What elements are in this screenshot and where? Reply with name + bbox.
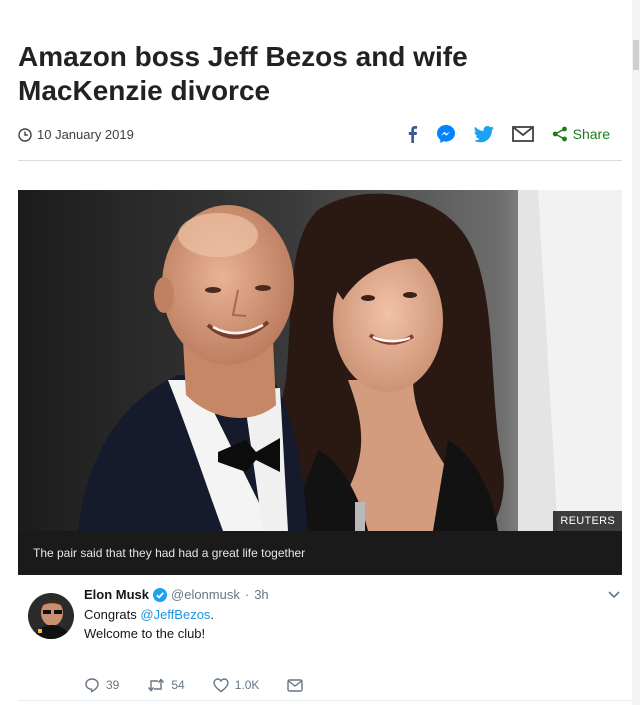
share-button[interactable]: Share <box>552 126 610 142</box>
header-divider <box>18 160 622 161</box>
image-caption: The pair said that they had had a great … <box>18 531 622 575</box>
article-headline: Amazon boss Jeff Bezos and wife MacKenzi… <box>18 41 468 106</box>
separator-dot: · <box>244 587 250 602</box>
twitter-share-button[interactable] <box>473 125 494 143</box>
like-count: 1.0K <box>234 678 260 692</box>
reply-count: 39 <box>106 678 120 692</box>
avatar-photo <box>28 593 74 639</box>
embedded-tweet[interactable]: Elon Musk @elonmusk · 3h Congrats @JeffB… <box>18 575 640 701</box>
verified-badge-icon <box>153 587 168 602</box>
date-text: 10 January 2019 <box>37 127 134 142</box>
retweet-button[interactable]: 54 <box>147 678 185 692</box>
email-icon <box>511 126 534 142</box>
facebook-icon <box>408 126 417 143</box>
reply-icon <box>85 678 99 693</box>
retweet-count: 54 <box>171 678 185 692</box>
share-label: Share <box>572 126 610 142</box>
reply-button[interactable]: 39 <box>84 677 119 693</box>
tweet-line-2: Welcome to the club! <box>84 626 206 641</box>
tweet-header: Elon Musk @elonmusk · 3h <box>84 587 269 602</box>
mention-link[interactable]: @JeffBezos <box>140 607 210 622</box>
email-share-button[interactable] <box>511 126 534 142</box>
article-image: REUTERS <box>18 190 622 531</box>
mail-icon <box>287 678 304 692</box>
author-handle[interactable]: @elonmusk <box>171 587 240 602</box>
author-name[interactable]: Elon Musk <box>84 587 149 602</box>
tweet-text: Congrats @JeffBezos. Welcome to the club… <box>84 605 214 643</box>
facebook-share-button[interactable] <box>406 125 418 143</box>
couple-photo <box>18 190 622 531</box>
avatar[interactable] <box>28 593 74 639</box>
tweet-bottom-border <box>18 700 640 701</box>
article-date: 10 January 2019 <box>18 127 134 142</box>
twitter-icon <box>473 125 494 142</box>
article-meta: 10 January 2019 Share <box>18 120 622 150</box>
chevron-down-icon[interactable] <box>608 591 620 599</box>
share-icon <box>552 126 567 142</box>
share-tools: Share <box>388 124 610 144</box>
heart-icon <box>213 677 229 692</box>
image-credit: REUTERS <box>553 511 622 531</box>
tweet-line-1: Congrats @JeffBezos. <box>84 605 214 624</box>
retweet-icon <box>148 678 165 692</box>
like-button[interactable]: 1.0K <box>213 677 260 693</box>
tweet-line-1-prefix: Congrats <box>84 607 141 622</box>
tweet-actions: 39 54 1.0K <box>84 677 337 693</box>
messenger-share-button[interactable] <box>436 124 456 144</box>
scrollbar-thumb[interactable] <box>633 40 639 70</box>
tweet-line-1-suffix: . <box>210 607 215 622</box>
clock-icon <box>18 127 32 142</box>
direct-message-button[interactable] <box>287 678 309 692</box>
scrollbar[interactable] <box>632 0 640 705</box>
tweet-time[interactable]: 3h <box>254 587 268 602</box>
messenger-icon <box>436 125 455 143</box>
